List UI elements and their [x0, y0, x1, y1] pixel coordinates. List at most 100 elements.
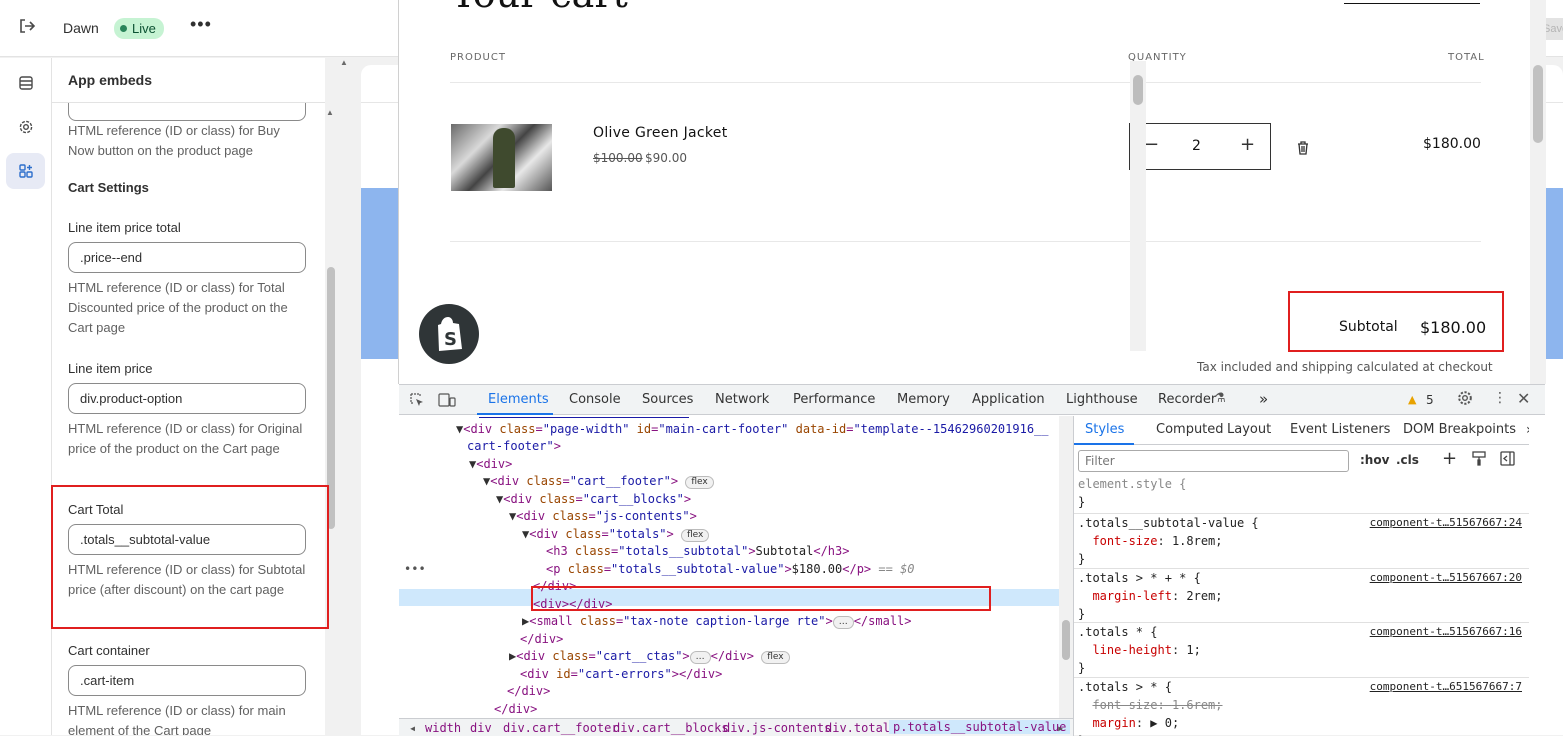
tab-application[interactable]: Application: [972, 392, 1045, 407]
settings-gear-icon[interactable]: [6, 109, 45, 145]
warning-count[interactable]: 5: [1426, 393, 1434, 407]
tab-console[interactable]: Console: [569, 392, 621, 407]
close-icon[interactable]: ✕: [1517, 389, 1530, 408]
tab-layout[interactable]: Layout: [1227, 422, 1271, 437]
product-image[interactable]: [451, 124, 552, 191]
tab-dom-breakpoints[interactable]: DOM Breakpoints: [1403, 422, 1516, 437]
dom-node[interactable]: ▼<div class="page-width" id="main-cart-f…: [456, 421, 1049, 438]
style-rule[interactable]: element.style {}: [1078, 475, 1526, 511]
css-property-overridden[interactable]: font-size: [1092, 698, 1157, 712]
storefront-scrollbar-thumb[interactable]: [1533, 65, 1543, 143]
dom-node[interactable]: <div id="cart-errors"></div>: [520, 666, 722, 683]
breadcrumb-scroll-left-icon[interactable]: ◂: [409, 721, 416, 735]
breadcrumb-item[interactable]: div.totals: [825, 721, 897, 735]
ellipsis-icon[interactable]: •••: [404, 561, 426, 578]
style-rule[interactable]: .totals > * + * {component-t…51567667:20…: [1078, 569, 1526, 623]
breadcrumb-item[interactable]: width: [425, 721, 461, 735]
tab-recorder[interactable]: Recorder: [1158, 392, 1216, 407]
css-value[interactable]: ▶ 0;: [1150, 716, 1179, 730]
dom-node[interactable]: ▼<div class="cart__footer"> flex: [483, 473, 714, 490]
dom-node[interactable]: cart-footer">: [467, 438, 561, 455]
tab-event-listeners[interactable]: Event Listeners: [1290, 422, 1390, 437]
line-item-price-input[interactable]: div.product-option: [68, 383, 306, 414]
breadcrumb-item-selected[interactable]: p.totals__subtotal-value: [889, 720, 1071, 734]
dom-node[interactable]: ▼<div>: [469, 456, 512, 473]
tab-memory[interactable]: Memory: [897, 392, 950, 407]
quantity-stepper[interactable]: − 2 +: [1129, 123, 1271, 170]
breadcrumb-item[interactable]: div.cart__footer: [503, 721, 619, 735]
add-rule-icon[interactable]: +: [1442, 448, 1457, 469]
css-property[interactable]: margin: [1092, 716, 1135, 730]
dom-node-selected[interactable]: <p class="totals__subtotal-value">$180.0…: [546, 561, 915, 578]
storefront-scrollbar[interactable]: [1530, 0, 1546, 384]
dom-tree[interactable]: ▼<div class="page-width" id="main-cart-f…: [399, 416, 1059, 718]
dom-node[interactable]: ▼<div class="js-contents">: [509, 508, 697, 525]
rule-source-link[interactable]: component-t…51567667:20: [1370, 569, 1522, 587]
dom-scrollbar-thumb[interactable]: [1062, 620, 1070, 660]
sidebar-toggle-icon[interactable]: [1500, 451, 1515, 470]
tab-sources[interactable]: Sources: [642, 392, 693, 407]
tab-elements[interactable]: Elements: [488, 392, 549, 407]
tab-lighthouse[interactable]: Lighthouse: [1066, 392, 1138, 407]
minus-icon[interactable]: −: [1144, 134, 1159, 155]
line-item-price-total-input[interactable]: .price--end: [68, 242, 306, 273]
dom-node[interactable]: ▼<div class="cart__blocks">: [496, 491, 691, 508]
trash-icon[interactable]: [1297, 140, 1309, 159]
breadcrumb-item[interactable]: div.js-contents: [723, 721, 831, 735]
quantity-value[interactable]: 2: [1192, 138, 1201, 154]
css-property[interactable]: margin-left: [1092, 589, 1171, 603]
breadcrumb-item[interactable]: div.cart__blocks: [613, 721, 729, 735]
style-rule[interactable]: .totals * {component-t…51567667:16 line-…: [1078, 623, 1526, 677]
rule-source-link[interactable]: component-t…51567667:16: [1370, 623, 1522, 641]
tab-network[interactable]: Network: [715, 392, 769, 407]
tab-styles[interactable]: Styles: [1085, 422, 1124, 437]
warning-icon[interactable]: ▲: [1408, 393, 1416, 406]
tab-performance[interactable]: Performance: [793, 392, 875, 407]
css-value[interactable]: 2rem;: [1186, 589, 1222, 603]
dom-scrollbar[interactable]: [1059, 416, 1073, 718]
device-toolbar-icon[interactable]: [438, 392, 456, 412]
css-value[interactable]: 1;: [1186, 643, 1200, 657]
breadcrumb-item[interactable]: div: [470, 721, 492, 735]
cart-container-input[interactable]: .cart-item: [68, 665, 306, 696]
dom-node[interactable]: </div>: [507, 683, 550, 700]
breadcrumb-scroll-right-icon[interactable]: ▸: [1057, 721, 1064, 735]
dom-node[interactable]: ▶<small class="tax-note caption-large rt…: [522, 613, 912, 630]
styles-scrollbar-thumb[interactable]: [1133, 75, 1143, 105]
scroll-up-arrow-icon[interactable]: ▲: [326, 108, 334, 117]
product-name[interactable]: Olive Green Jacket: [593, 125, 728, 141]
exit-icon[interactable]: [14, 17, 40, 41]
dom-node[interactable]: </div>: [494, 701, 537, 718]
paint-brush-icon[interactable]: [1472, 451, 1486, 470]
panel-scroll-area[interactable]: HTML reference (ID or class) for Buy Now…: [52, 103, 322, 735]
plus-icon[interactable]: +: [1240, 134, 1255, 155]
sections-icon[interactable]: [6, 65, 45, 101]
inspect-element-icon[interactable]: [409, 392, 425, 412]
class-toggle[interactable]: .cls: [1396, 453, 1419, 467]
style-rule[interactable]: .totals__subtotal-value {component-t…515…: [1078, 514, 1526, 568]
style-rule[interactable]: .totals > * {component-t…651567667:7 fon…: [1078, 678, 1526, 736]
more-tabs-button[interactable]: »: [1259, 390, 1268, 408]
rule-source-link[interactable]: component-t…51567667:24: [1370, 514, 1522, 532]
dom-node[interactable]: </div>: [520, 631, 563, 648]
css-property[interactable]: font-size: [1092, 534, 1157, 548]
settings-gear-icon[interactable]: [1457, 390, 1473, 410]
css-value-overridden[interactable]: 1.6rem;: [1172, 698, 1223, 712]
partial-input[interactable]: [68, 103, 306, 121]
dom-node[interactable]: ▶<div class="cart__ctas">… </div> flex: [509, 648, 790, 665]
more-actions-button[interactable]: •••: [190, 14, 212, 35]
dom-node[interactable]: <h3 class="totals__subtotal">Subtotal</h…: [546, 543, 849, 560]
tab-computed[interactable]: Computed: [1156, 422, 1224, 437]
css-property[interactable]: line-height: [1092, 643, 1171, 657]
more-tabs-button[interactable]: »: [1526, 422, 1529, 438]
css-value[interactable]: 1.8rem;: [1172, 534, 1223, 548]
styles-filter-input[interactable]: Filter: [1078, 450, 1349, 472]
app-embeds-icon[interactable]: [6, 153, 45, 189]
dom-node[interactable]: ▼<div class="totals"> flex: [522, 526, 710, 543]
hover-state-toggle[interactable]: :hov: [1360, 453, 1389, 467]
scroll-up-arrow-icon[interactable]: ▲: [338, 58, 350, 72]
kebab-menu-icon[interactable]: ⋮: [1493, 390, 1507, 406]
continue-shopping-link[interactable]: [1344, 0, 1480, 4]
rule-source-link[interactable]: component-t…651567667:7: [1370, 678, 1522, 696]
shopify-bag-icon[interactable]: S: [419, 304, 479, 364]
